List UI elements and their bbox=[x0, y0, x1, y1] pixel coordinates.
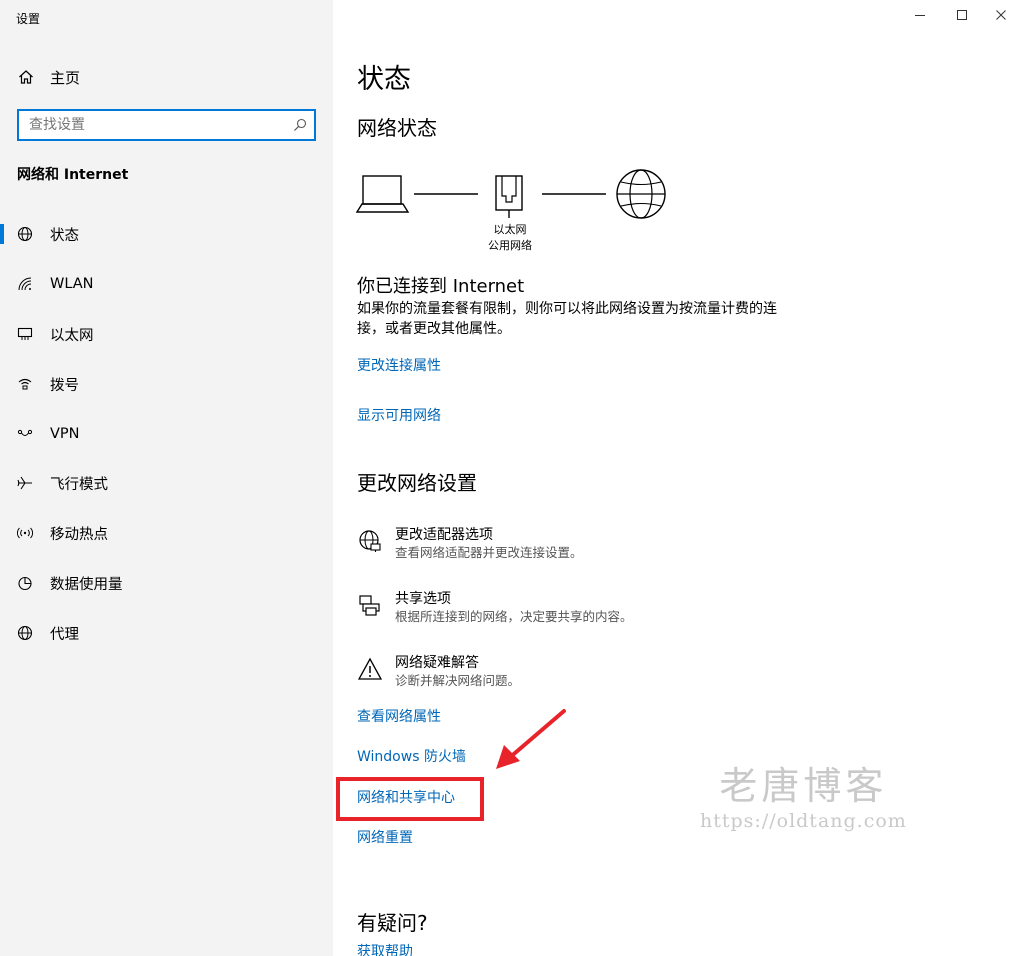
connection-status-title: 你已连接到 Internet bbox=[357, 276, 525, 297]
sidebar-item-data-usage[interactable]: 数据使用量 bbox=[0, 563, 333, 603]
sidebar-item-label: 拨号 bbox=[50, 377, 79, 394]
sidebar-item-label: 代理 bbox=[50, 626, 79, 643]
option-title: 共享选项 bbox=[395, 591, 451, 607]
change-adapter-options[interactable]: 更改适配器选项 查看网络适配器并更改连接设置。 bbox=[357, 526, 583, 561]
hotspot-icon bbox=[17, 525, 33, 541]
app-title: 设置 bbox=[16, 12, 41, 26]
wifi-icon bbox=[17, 276, 33, 292]
internet-globe-icon bbox=[616, 169, 666, 219]
get-help-link[interactable]: 获取帮助 bbox=[357, 941, 413, 956]
search-box[interactable] bbox=[17, 109, 316, 141]
option-title: 网络疑难解答 bbox=[395, 655, 479, 671]
proxy-icon bbox=[17, 625, 33, 641]
sidebar-item-vpn[interactable]: VPN bbox=[0, 414, 333, 454]
sidebar-item-proxy[interactable]: 代理 bbox=[0, 613, 333, 653]
sidebar-item-label: 移动热点 bbox=[50, 526, 108, 543]
option-desc: 根据所连接到的网络，决定要共享的内容。 bbox=[395, 609, 633, 624]
sidebar-item-label: WLAN bbox=[50, 276, 94, 292]
view-network-properties-link[interactable]: 查看网络属性 bbox=[357, 706, 441, 726]
globe-icon bbox=[17, 226, 33, 242]
network-profile: 公用网络 bbox=[488, 239, 532, 252]
home-label: 主页 bbox=[50, 68, 81, 87]
watermark-url: https://oldtang.com bbox=[700, 810, 907, 832]
annotation-arrow bbox=[496, 709, 566, 769]
home-icon bbox=[18, 69, 34, 85]
questions-heading: 有疑问? bbox=[357, 911, 428, 935]
sidebar-item-dialup[interactable]: 拨号 bbox=[0, 364, 333, 404]
ethernet-icon bbox=[17, 326, 33, 342]
sidebar-item-status[interactable]: 状态 bbox=[0, 214, 333, 254]
sidebar-item-label: 以太网 bbox=[50, 327, 94, 344]
annotation-highlight-box bbox=[336, 777, 484, 821]
dialup-icon bbox=[17, 376, 33, 392]
sidebar-item-label: 数据使用量 bbox=[50, 576, 123, 593]
option-desc: 查看网络适配器并更改连接设置。 bbox=[395, 545, 583, 560]
sidebar-item-label: 飞行模式 bbox=[50, 476, 108, 493]
show-available-networks-link[interactable]: 显示可用网络 bbox=[357, 405, 441, 425]
option-title: 更改适配器选项 bbox=[395, 527, 493, 543]
search-input[interactable] bbox=[19, 111, 286, 139]
adapter-name: 以太网 bbox=[493, 223, 527, 236]
page-title: 状态 bbox=[357, 64, 411, 95]
option-desc: 诊断并解决网络问题。 bbox=[395, 673, 521, 688]
laptop-icon bbox=[355, 175, 410, 213]
network-troubleshooter[interactable]: 网络疑难解答 诊断并解决网络问题。 bbox=[357, 654, 520, 689]
sidebar-item-wlan[interactable]: WLAN bbox=[0, 264, 333, 304]
maximize-icon bbox=[957, 10, 967, 20]
airplane-icon bbox=[17, 475, 33, 491]
adapter-label: 以太网 公用网络 bbox=[470, 222, 550, 254]
home-button[interactable]: 主页 bbox=[18, 66, 80, 88]
change-connection-properties-link[interactable]: 更改连接属性 bbox=[357, 355, 441, 375]
sidebar-item-hotspot[interactable]: 移动热点 bbox=[0, 513, 333, 553]
watermark: 老唐博客 https://oldtang.com bbox=[700, 755, 907, 832]
adapter-globe-icon bbox=[357, 528, 383, 554]
sidebar-item-airplane[interactable]: 飞行模式 bbox=[0, 463, 333, 503]
connection-status-desc: 如果你的流量套餐有限制，则你可以将此网络设置为按流量计费的连接，或者更改其他属性… bbox=[357, 301, 777, 337]
data-usage-icon bbox=[17, 575, 33, 591]
vpn-icon bbox=[17, 426, 33, 442]
close-button[interactable] bbox=[978, 0, 1024, 30]
sidebar-section-title: 网络和 Internet bbox=[17, 167, 129, 183]
watermark-title: 老唐博客 bbox=[719, 764, 888, 808]
minimize-button[interactable] bbox=[897, 0, 943, 30]
sidebar-item-label: 状态 bbox=[50, 227, 79, 244]
minimize-icon bbox=[915, 15, 925, 16]
network-status-heading: 网络状态 bbox=[357, 116, 437, 140]
network-reset-link[interactable]: 网络重置 bbox=[357, 827, 413, 847]
search-icon[interactable] bbox=[286, 118, 314, 132]
sidebar-item-ethernet[interactable]: 以太网 bbox=[0, 314, 333, 354]
windows-firewall-link[interactable]: Windows 防火墙 bbox=[357, 746, 466, 766]
sidebar-item-label: VPN bbox=[50, 426, 80, 442]
warning-icon bbox=[357, 656, 383, 682]
close-icon bbox=[996, 10, 1006, 20]
ethernet-port-icon bbox=[495, 175, 523, 218]
sharing-icon bbox=[357, 592, 383, 618]
change-network-settings-heading: 更改网络设置 bbox=[357, 471, 477, 495]
sharing-options[interactable]: 共享选项 根据所连接到的网络，决定要共享的内容。 bbox=[357, 590, 633, 625]
sidebar: 设置 主页 网络和 Internet 状态 WLAN 以太网 bbox=[0, 0, 333, 956]
